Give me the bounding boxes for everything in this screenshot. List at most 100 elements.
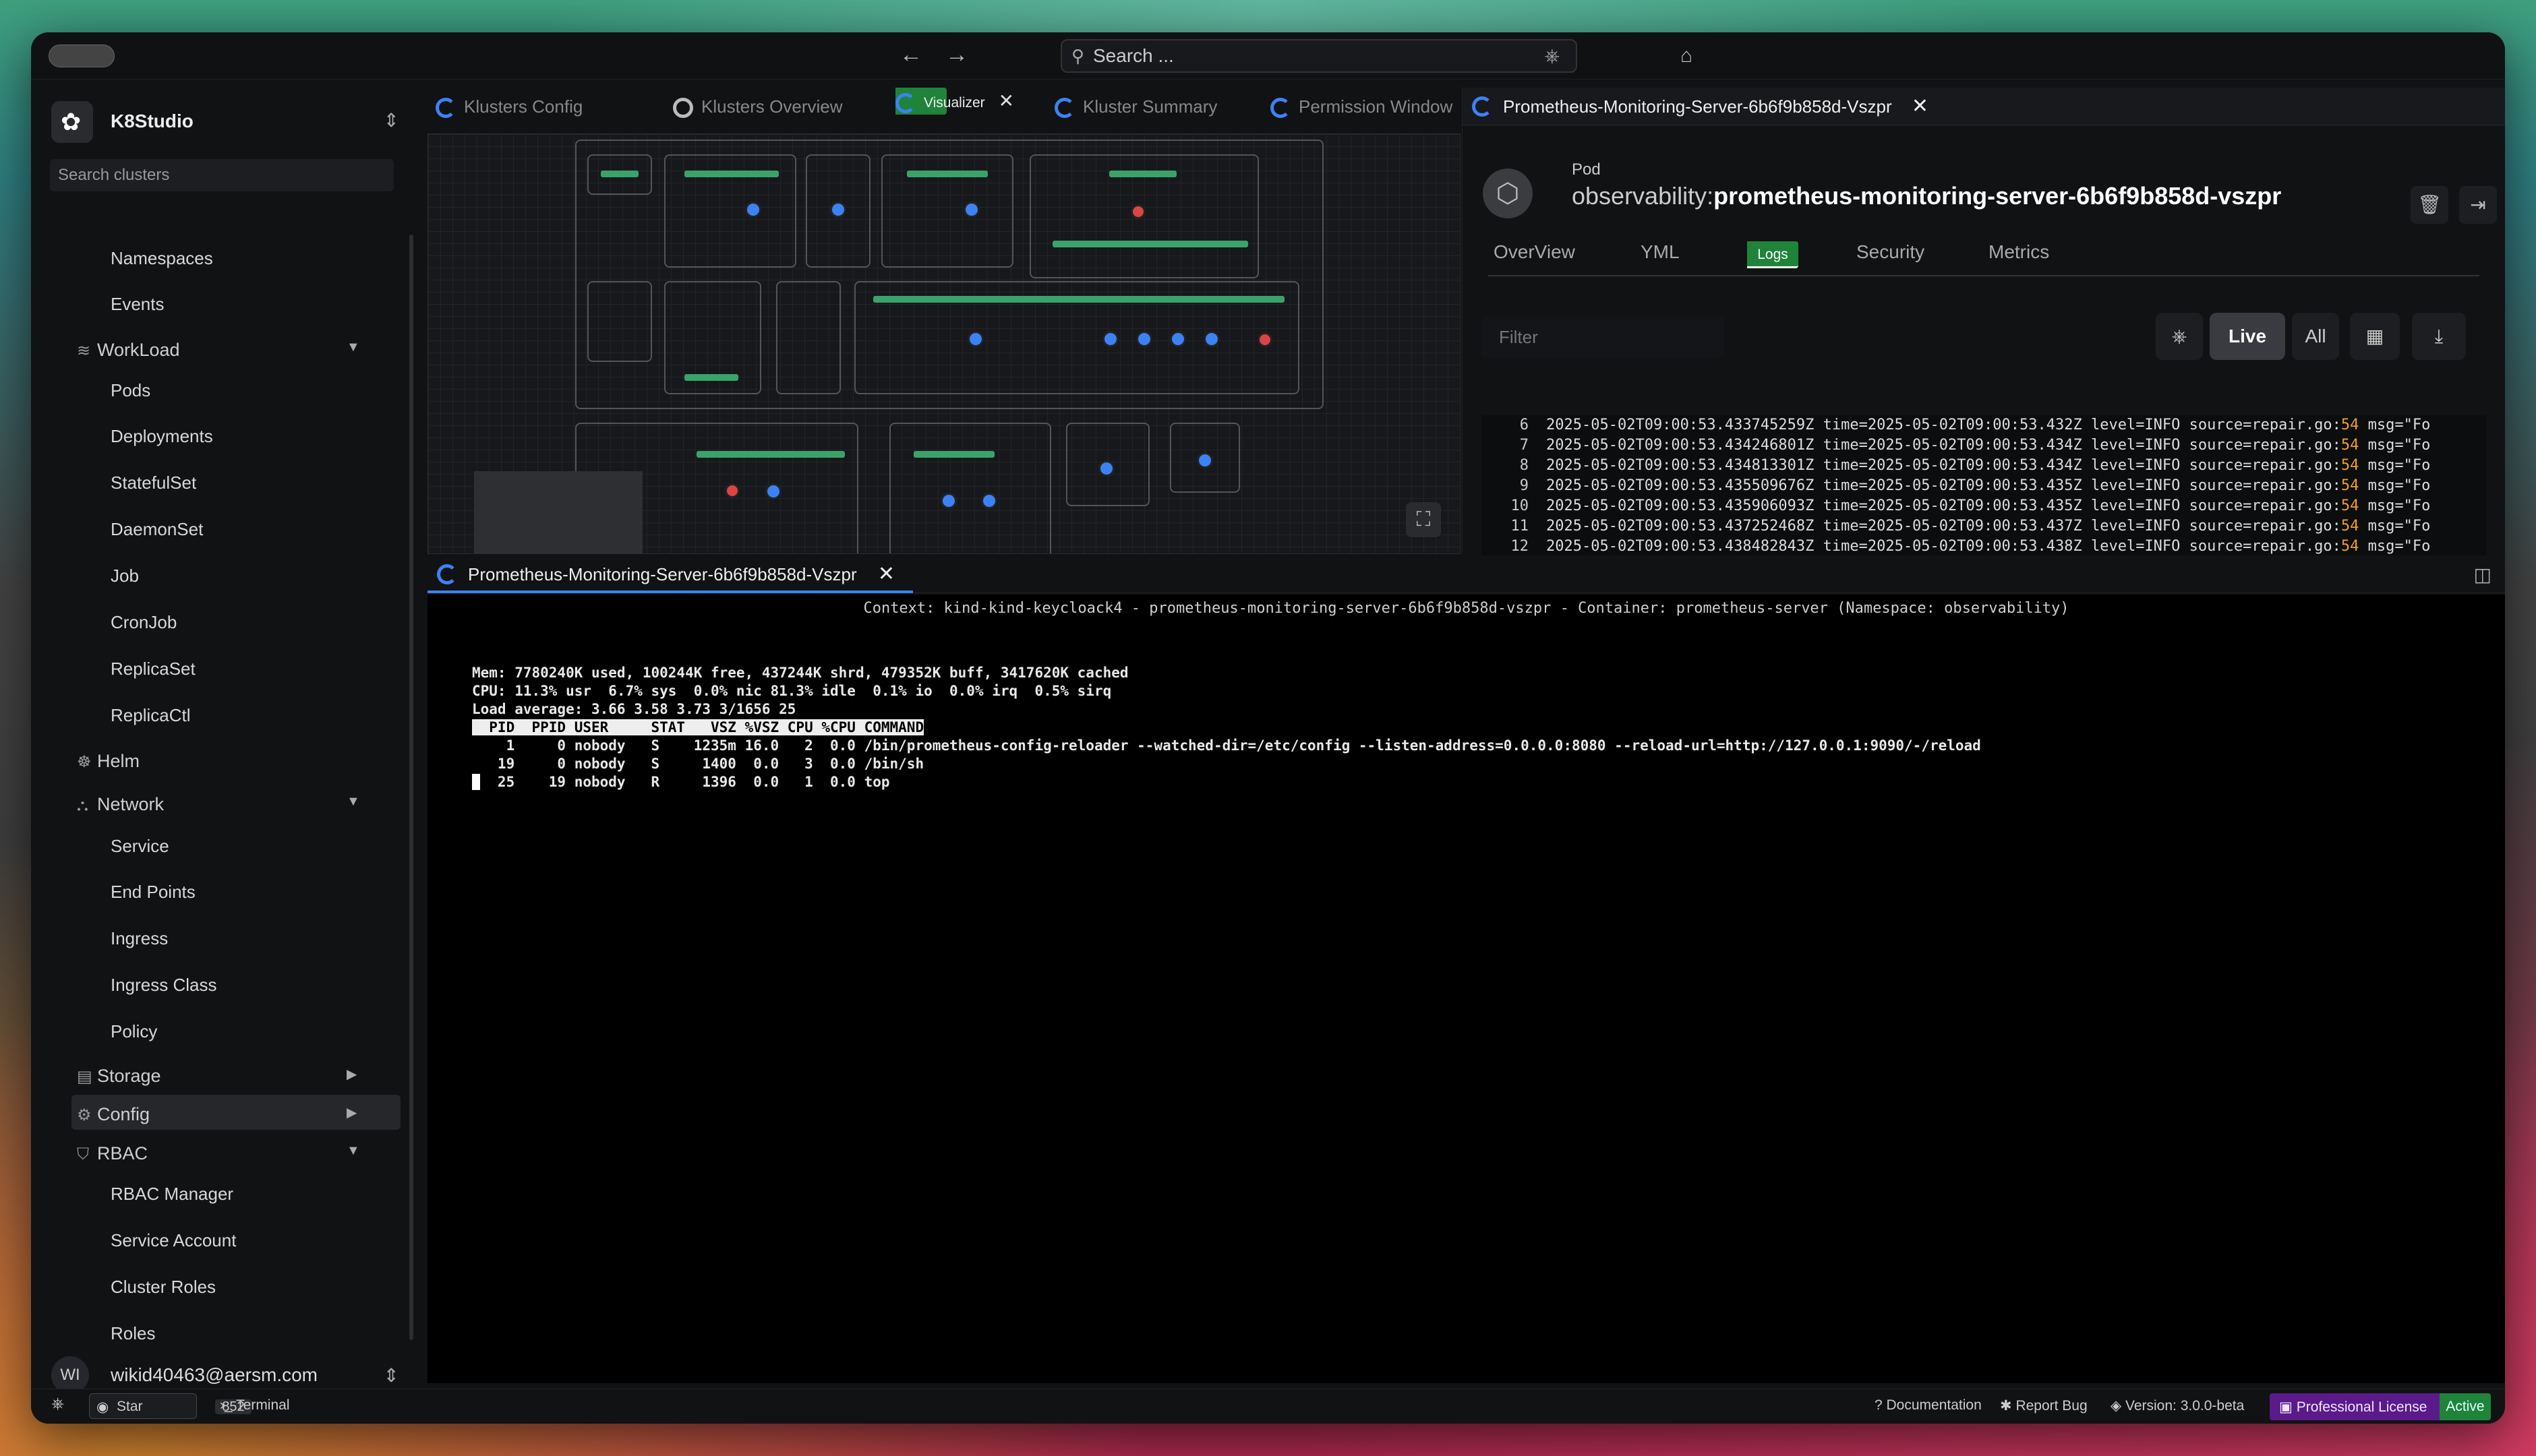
calendar-icon[interactable]: ▦ [2350,313,2400,360]
tab-visualizer[interactable]: Visualizer ✕ [895,88,1014,115]
log-level: level=INFO [2090,538,2181,555]
tab-klusters-config[interactable]: Klusters Config [436,88,583,125]
graph-node[interactable] [1170,331,1186,347]
minimap[interactable] [474,471,643,553]
sidebar-item-replicactl[interactable]: ReplicaCtl [111,705,191,726]
graph-node[interactable] [684,374,738,381]
graph-node[interactable] [1109,171,1177,177]
tab-pod-details[interactable]: Prometheus-Monitoring-Server-6b6f9b858d-… [1463,88,2505,125]
graph-node[interactable] [1102,331,1119,347]
graph-node[interactable] [1053,241,1248,247]
tab-kluster-summary[interactable]: Kluster Summary [1055,88,1217,125]
tab-permission-window[interactable]: Permission Window [1270,88,1452,125]
graph-node[interactable] [1136,331,1152,347]
rbac-label: RBAC [97,1143,148,1163]
tab-overview[interactable]: OverView [1494,241,1575,263]
graph-node[interactable] [1197,452,1213,468]
kubernetes-icon[interactable]: ⎈ [51,1395,64,1414]
sidebar-item-endpoints[interactable]: End Points [111,882,196,903]
graph-node[interactable] [981,493,997,509]
sidebar-item-service-account[interactable]: Service Account [111,1230,236,1251]
tab-terminal-session[interactable]: Prometheus-Monitoring-Server-6b6f9b858d-… [427,555,913,593]
sidebar-group-workload[interactable]: ≋ WorkLoad ▼ [77,340,360,361]
sidebar-toggle-button[interactable] [49,44,115,67]
cluster-selector[interactable]: ✿ K8Studio ⇕ [51,96,402,150]
sidebar-group-storage[interactable]: ▤ Storage ▶ [77,1066,357,1087]
graph-node[interactable] [968,331,984,347]
log-timestamp: 2025-05-02T09:00:53.433745259Z [1546,417,1815,433]
graph-node[interactable] [765,483,782,499]
sidebar-scrollbar[interactable] [409,235,413,1340]
sidebar-item-namespaces[interactable]: Namespaces [111,248,213,269]
kubernetes-icon[interactable]: ⎈ [2156,313,2203,360]
robot-icon[interactable]: ⌂ [1680,44,1692,67]
sidebar-item-rbac-manager[interactable]: RBAC Manager [111,1184,233,1205]
report-bug-link[interactable]: ✱ Report Bug [2000,1397,2088,1414]
top-bar: ← → ⚲ Search ... ⎈ ⌂ [31,32,2505,80]
graph-node[interactable] [941,493,957,509]
split-view-icon[interactable]: ◫ [2474,564,2491,586]
sidebar-item-job[interactable]: Job [111,566,139,586]
sidebar-group-rbac[interactable]: ⛉ RBAC ▼ [77,1143,360,1164]
graph-node[interactable] [914,451,995,458]
search-clusters-input[interactable]: Search clusters [50,159,394,191]
graph-node[interactable] [1258,332,1272,347]
log-filter-input[interactable]: Filter [1481,317,1724,357]
sidebar-item-events[interactable]: Events [111,294,165,315]
tab-label: Visualizer [924,95,985,111]
sidebar-group-helm[interactable]: ☸ Helm [77,751,140,772]
sidebar-group-config[interactable]: ⚙ Config ▶ [77,1104,357,1125]
log-viewer[interactable]: 6 2025-05-02T09:00:53.433745259Z time=202… [1481,415,2486,557]
github-star-button[interactable]: ◉ Star 852 [89,1393,252,1419]
tab-metrics[interactable]: Metrics [1988,241,2049,263]
all-button[interactable]: All [2292,313,2339,360]
tab-logs[interactable]: Logs [1747,241,1798,268]
sidebar-item-deployments[interactable]: Deployments [111,426,213,447]
sidebar-item-policy[interactable]: Policy [111,1021,157,1042]
sidebar-group-network[interactable]: ⛬ Network ▼ [77,794,360,815]
graph-node[interactable] [1098,460,1115,477]
graph-node[interactable] [684,171,779,177]
sidebar-item-pods[interactable]: Pods [111,380,150,401]
graph-node[interactable] [745,202,761,218]
fit-view-icon[interactable]: ⛶ [1406,502,1441,537]
terminal[interactable]: Context: kind-kind-keycloack4 - promethe… [427,595,2505,1383]
graph-node[interactable] [601,171,639,177]
forward-arrow-icon[interactable]: → [945,42,968,68]
trash-icon[interactable]: 🗑 [2411,186,2448,224]
back-arrow-icon[interactable]: ← [900,42,922,68]
graph-node[interactable] [907,171,988,177]
tab-yml[interactable]: YML [1641,241,1680,263]
graph-node[interactable] [873,296,1285,303]
close-icon[interactable]: ✕ [999,90,1014,111]
sidebar-item-ingress[interactable]: Ingress [111,928,168,949]
graph-node[interactable] [1131,204,1146,219]
download-icon[interactable]: ⤓ [2412,313,2466,360]
graph-node[interactable] [697,451,845,458]
close-icon[interactable]: ✕ [1912,95,1928,117]
graph-node[interactable] [830,202,846,218]
license-badge[interactable]: ▣ Professional License Active [2270,1393,2491,1420]
sidebar-item-ingress-class[interactable]: Ingress Class [111,975,217,996]
visualizer-canvas[interactable]: ⛶ [427,133,1461,554]
documentation-link[interactable]: ? Documentation [1875,1397,1982,1414]
expand-panel-icon[interactable]: ⇥ [2459,186,2497,224]
graph-node[interactable] [725,483,740,498]
terminal-button[interactable]: ›_ Terminal [220,1397,290,1414]
sidebar-item-cronjob[interactable]: CronJob [111,612,177,633]
graph-node[interactable] [964,202,980,218]
close-icon[interactable]: ✕ [878,563,895,585]
sidebar-item-daemonset[interactable]: DaemonSet [111,519,203,540]
sidebar-item-service[interactable]: Service [111,836,169,857]
live-button[interactable]: Live [2210,313,2285,360]
user-menu[interactable]: WI wikid40463@aersm.com ⇕ [51,1354,402,1394]
sidebar-item-cluster-roles[interactable]: Cluster Roles [111,1277,216,1298]
sidebar-item-statefulset[interactable]: StatefulSet [111,473,196,493]
global-search-input[interactable]: ⚲ Search ... ⎈ [1061,39,1577,73]
tab-security[interactable]: Security [1856,241,1924,263]
node-group [776,281,841,394]
sidebar-item-replicaset[interactable]: ReplicaSet [111,659,196,679]
graph-node[interactable] [1204,331,1220,347]
sidebar-item-roles[interactable]: Roles [111,1323,155,1344]
tab-klusters-overview[interactable]: Klusters Overview [673,88,843,125]
